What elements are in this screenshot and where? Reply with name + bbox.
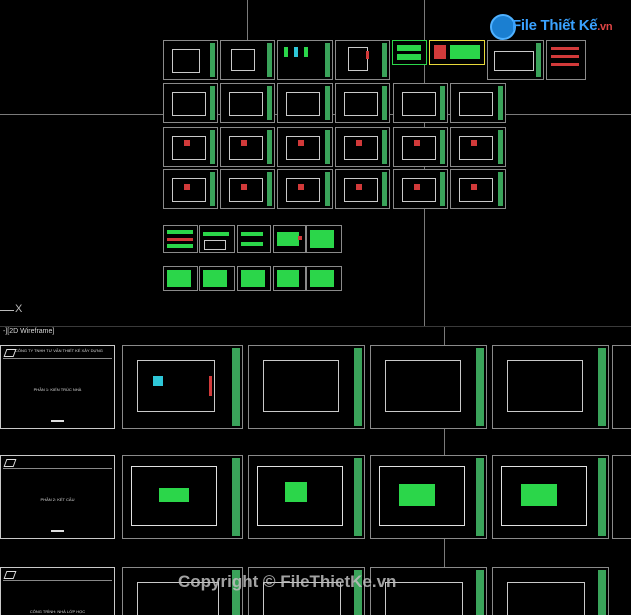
drawing-sheet[interactable] [335,127,390,167]
drawing-sheet[interactable] [163,83,218,123]
floor-plan-sheet[interactable] [612,345,631,429]
drawing-sheet[interactable] [277,169,333,209]
viewport-label[interactable]: -][2D Wireframe] [3,328,54,335]
floor-plan-sheet[interactable] [122,345,243,429]
drawing-sheet[interactable] [220,83,275,123]
structural-sheet[interactable] [370,455,487,539]
floor-plan-sheet[interactable] [370,345,487,429]
model-viewport-top[interactable]: File Thiết Kế.vn X [0,0,631,326]
drawing-sheet[interactable] [163,40,218,80]
drawing-sheet[interactable] [393,169,448,209]
drawing-sheet[interactable] [306,266,342,291]
drawing-sheet[interactable] [429,40,485,65]
cover-center-text: PHẦN 1: KIẾN TRÚC NHÀ [33,387,82,392]
drawing-sheet[interactable] [277,83,333,123]
drawing-sheet[interactable] [277,40,333,80]
drawing-sheet[interactable] [335,169,390,209]
drawing-sheet[interactable] [220,127,275,167]
floor-plan-sheet[interactable] [492,345,609,429]
cover-sheet[interactable]: CÔNG TY TNHH TƯ VẤN THIẾT KẾ XÂY DỰNG PH… [0,345,115,429]
drawing-sheet[interactable] [220,40,275,80]
ucs-icon [0,310,14,311]
structural-sheet[interactable] [122,455,243,539]
drawing-sheet[interactable] [220,169,275,209]
crosshair-vertical-secondary [247,0,248,40]
drawing-sheet[interactable] [237,225,271,253]
drawing-sheet[interactable] [546,40,586,80]
drawing-sheet[interactable] [163,169,218,209]
cover-header-text: CÔNG TY TNHH TƯ VẤN THIẾT KẾ XÂY DỰNG [15,348,103,353]
ucs-x-label: X [15,303,23,315]
drawing-sheet[interactable] [450,127,506,167]
drawing-sheet[interactable] [393,127,448,167]
drawing-sheet[interactable] [277,127,333,167]
drawing-sheet[interactable] [450,83,506,123]
drawing-sheet[interactable] [163,127,218,167]
drawing-sheet[interactable] [335,83,390,123]
drawing-sheet[interactable] [306,225,342,253]
drawing-sheet[interactable] [237,266,271,291]
drawing-sheet[interactable] [450,169,506,209]
floor-plan-sheet[interactable] [248,345,365,429]
cover-center-text: CÔNG TRÌNH: NHÀ LỚP HỌC [29,608,86,614]
drawing-sheet[interactable] [163,225,198,253]
drawing-sheet[interactable] [163,266,198,291]
cover-sheet[interactable]: PHẦN 2: KẾT CẤU [0,455,115,539]
cover-sheet[interactable]: CÔNG TRÌNH: NHÀ LỚP HỌC [0,567,115,615]
structural-sheet[interactable] [612,455,631,539]
drawing-sheet[interactable] [199,266,235,291]
copyright-watermark: Copyright © FileThietKe.vn [178,572,397,591]
drawing-sheet[interactable] [392,40,427,65]
logo-suffix: .vn [597,21,613,33]
drawing-sheet[interactable] [199,225,235,253]
detail-sheet[interactable] [492,567,609,615]
structural-sheet[interactable] [492,455,609,539]
site-logo: File Thiết Kế.vn [490,12,613,42]
drawing-sheet[interactable] [335,40,390,80]
drawing-sheet[interactable] [273,225,306,253]
drawing-sheet[interactable] [273,266,306,291]
drawing-sheet[interactable] [487,40,544,80]
logo-brand: File Thiết Kế [512,17,598,34]
drawing-sheet[interactable] [393,83,448,123]
cover-center-text: PHẦN 2: KẾT CẤU [40,497,75,502]
structural-sheet[interactable] [248,455,365,539]
